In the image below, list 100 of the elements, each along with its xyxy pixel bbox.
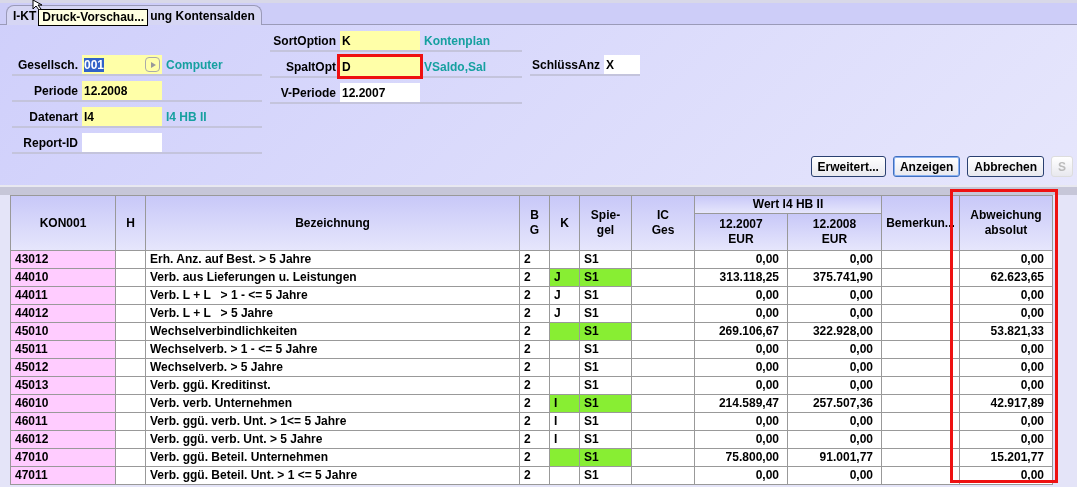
table-cell [116, 449, 145, 466]
description-cell: Verb. ggü. verb. Unt. > 1<= 5 Jahre [146, 413, 519, 430]
table-cell: 2 [520, 341, 549, 358]
table-cell: 2 [520, 467, 549, 484]
table-cell: S1 [580, 431, 631, 448]
table-cell: 2 [520, 287, 549, 304]
table-cell [632, 377, 694, 394]
account-cell: 46012 [11, 431, 115, 448]
input-field[interactable]: D [340, 57, 420, 76]
field-label: SortOption [272, 33, 337, 48]
table-cell: 0,00 [788, 305, 881, 322]
column-group-header: Wert I4 HB II [695, 196, 881, 213]
description-cell: Verb. L + L > 1 - <= 5 Jahre [146, 287, 519, 304]
description-cell: Verb. aus Lieferungen u. Leistungen [146, 269, 519, 286]
table-cell: 0,00 [960, 251, 1052, 268]
field-label: Datenart [28, 109, 79, 124]
tab[interactable]: I-KT Druck-Vorschau... ung Kontensalden [6, 5, 262, 25]
description-cell: Wechselverb. > 1 - <= 5 Jahre [146, 341, 519, 358]
input-field[interactable]: 12.2008 [82, 81, 162, 100]
table-cell [632, 359, 694, 376]
table-cell: 75.800,00 [695, 449, 787, 466]
input-field[interactable]: 001 [82, 55, 162, 74]
column-header[interactable]: Abweichung absolut [960, 196, 1052, 250]
column-header[interactable]: B G [520, 196, 549, 250]
table-cell: 313.118,25 [695, 269, 787, 286]
table-cell: I [550, 413, 579, 430]
action-button[interactable]: Anzeigen [892, 156, 961, 177]
table-cell: 2 [520, 305, 549, 322]
column-header[interactable]: KON001 [11, 196, 115, 250]
table-cell: 0,00 [788, 287, 881, 304]
description-cell: Verb. ggü. verb. Unt. > 5 Jahre [146, 431, 519, 448]
column-header[interactable]: 12.2008 EUR [788, 214, 881, 250]
action-button[interactable]: Abbrechen [967, 156, 1044, 177]
table-cell: 0,00 [695, 431, 787, 448]
table-cell: 0,00 [695, 251, 787, 268]
input-field[interactable]: 12.2007 [340, 83, 420, 102]
table-cell: 2 [520, 377, 549, 394]
input-field[interactable]: X [604, 55, 640, 74]
input-field[interactable] [82, 133, 162, 152]
field-description: I4 HB II [165, 109, 207, 124]
table-cell: 0,00 [960, 359, 1052, 376]
table-cell: 0,00 [788, 359, 881, 376]
action-button[interactable]: Erweitert... [810, 156, 886, 177]
table-cell [116, 251, 145, 268]
description-cell: Verb. L + L > 5 Jahre [146, 305, 519, 322]
table-cell: 0,00 [960, 305, 1052, 322]
field-description: Kontenplan [423, 33, 490, 48]
input-field[interactable]: I4 [82, 107, 162, 126]
table-cell [116, 287, 145, 304]
table-cell [632, 305, 694, 322]
table-cell: 375.741,90 [788, 269, 881, 286]
table-cell: 0,00 [695, 359, 787, 376]
table-cell: 91.001,77 [788, 449, 881, 466]
table-cell: S1 [580, 395, 631, 412]
account-cell: 46011 [11, 413, 115, 430]
table-cell: 2 [520, 269, 549, 286]
table-cell: 322.928,00 [788, 323, 881, 340]
column-header[interactable]: K [550, 196, 579, 250]
table-cell [116, 305, 145, 322]
table-cell: 0,00 [788, 413, 881, 430]
description-cell: Verb. ggü. Kreditinst. [146, 377, 519, 394]
account-cell: 44011 [11, 287, 115, 304]
table-cell [116, 269, 145, 286]
table-cell [632, 251, 694, 268]
table-cell: 0,00 [960, 413, 1052, 430]
table-cell [116, 413, 145, 430]
table-cell [632, 449, 694, 466]
description-cell: Verb. verb. Unternehmen [146, 395, 519, 412]
account-cell: 45013 [11, 377, 115, 394]
account-cell: 47011 [11, 467, 115, 484]
table-cell [116, 431, 145, 448]
field-label: SpaltOpt [285, 59, 337, 74]
table-cell: 0,00 [788, 467, 881, 484]
table-cell: 0,00 [695, 341, 787, 358]
account-cell: 43012 [11, 251, 115, 268]
column-header[interactable]: 12.2007 EUR [695, 214, 787, 250]
play-icon[interactable] [145, 57, 160, 72]
input-field[interactable]: K [340, 31, 420, 50]
table-cell: I [550, 395, 579, 412]
table-cell [632, 323, 694, 340]
column-header[interactable]: Bezeichnung [146, 196, 519, 250]
field-label: Gesellsch. [16, 57, 79, 72]
table-cell: S1 [580, 449, 631, 466]
column-header[interactable]: IC Ges [632, 196, 694, 250]
table-cell: J [550, 305, 579, 322]
table-cell: I [550, 431, 579, 448]
description-cell: Wechselverb. > 5 Jahre [146, 359, 519, 376]
table-cell [116, 341, 145, 358]
account-cell: 44012 [11, 305, 115, 322]
table-cell [632, 287, 694, 304]
table-cell: 2 [520, 449, 549, 466]
column-header[interactable]: Spie- gel [580, 196, 631, 250]
field-label: SchlüssAnz [531, 57, 601, 72]
table-cell: 0,00 [960, 377, 1052, 394]
column-header[interactable]: H [116, 196, 145, 250]
table-cell: 269.106,67 [695, 323, 787, 340]
description-cell: Verb. ggü. Beteil. Unt. > 1 <= 5 Jahre [146, 467, 519, 484]
table-cell [632, 269, 694, 286]
table-cell [116, 323, 145, 340]
table-cell [632, 413, 694, 430]
